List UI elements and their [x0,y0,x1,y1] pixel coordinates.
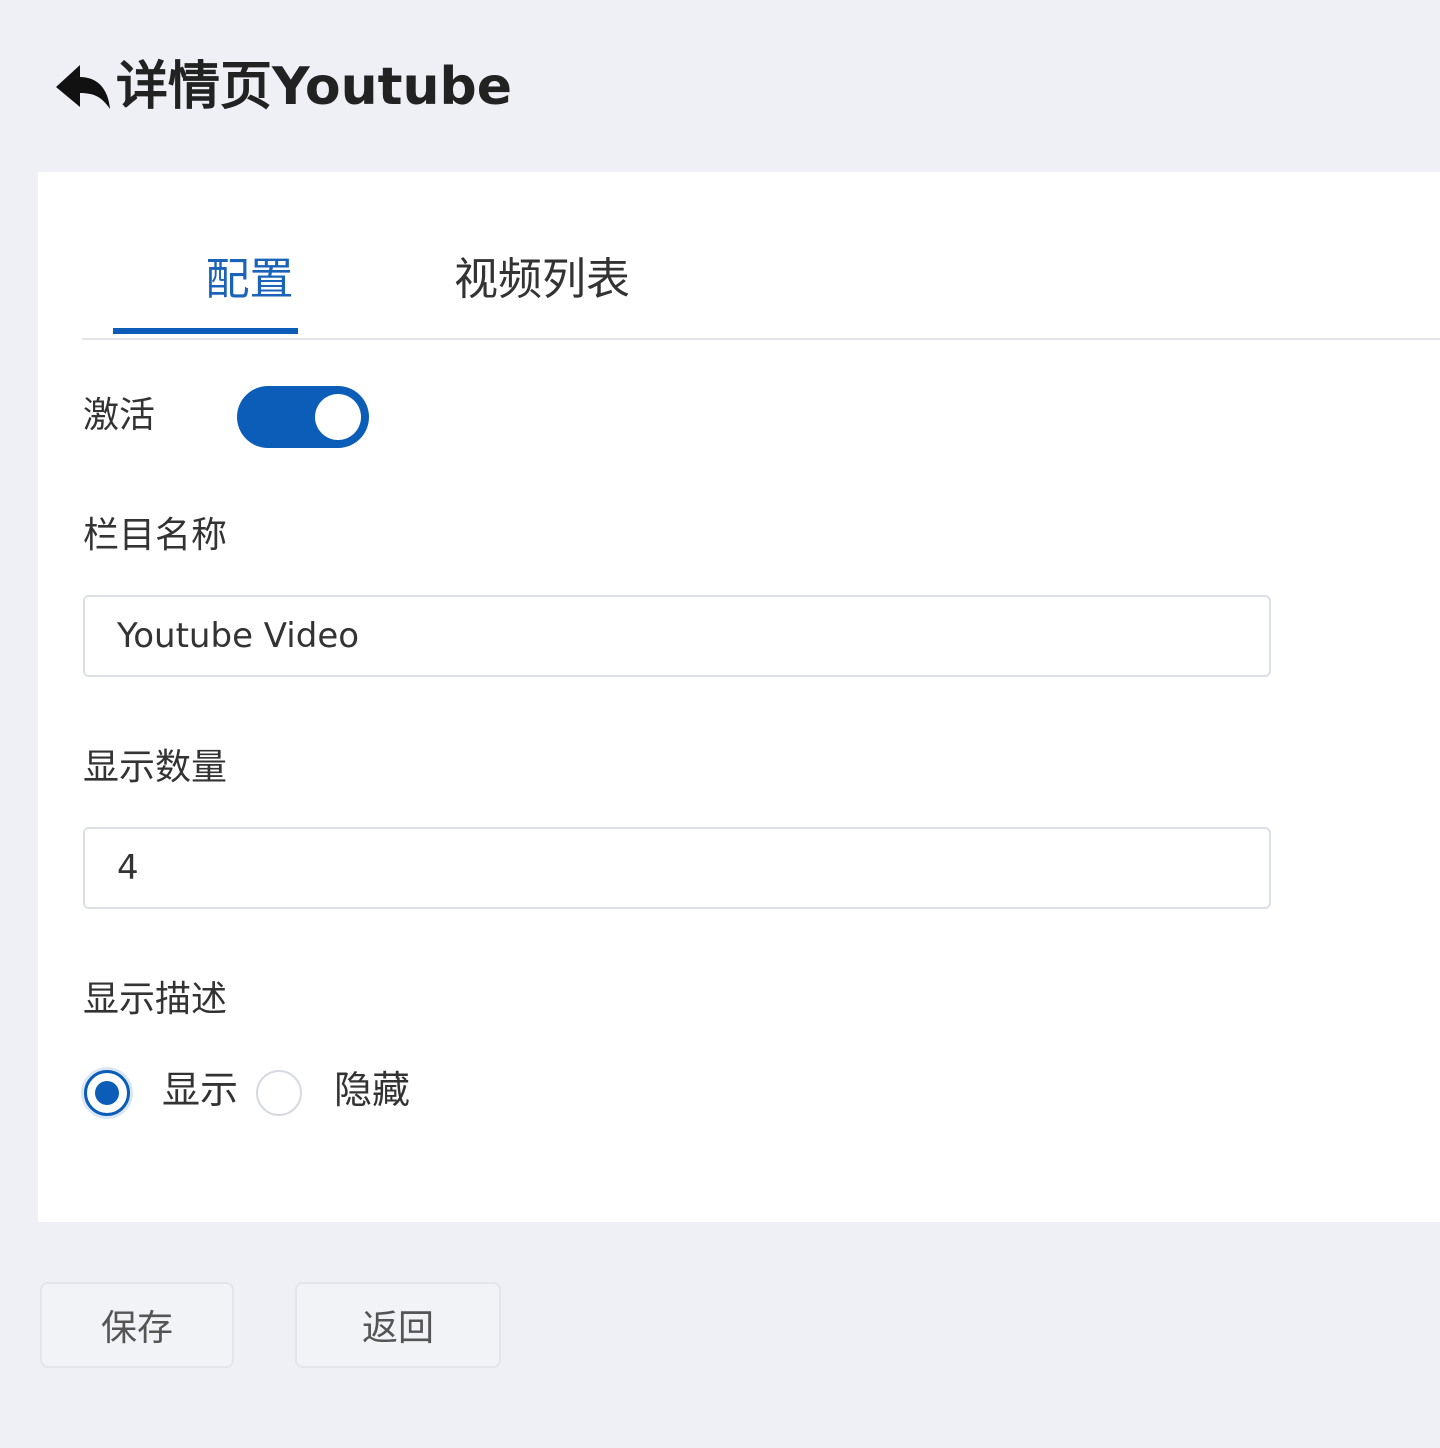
tab-video-list[interactable]: 视频列表 [432,242,652,338]
active-toggle[interactable] [237,386,369,448]
column-name-label: 栏目名称 [83,515,228,556]
page-title: 详情页Youtube [116,57,512,117]
radio-hide[interactable]: 隐藏 [256,1068,410,1116]
column-name-input[interactable] [83,595,1271,677]
show-description-radio-group: 显示 隐藏 [84,1058,428,1128]
radio-show-circle[interactable] [84,1070,130,1116]
active-label: 激活 [83,395,156,436]
back-button[interactable]: 返回 [295,1282,501,1368]
show-description-label: 显示描述 [83,979,228,1020]
reply-arrow-icon[interactable] [52,57,116,117]
radio-show[interactable]: 显示 [84,1068,238,1116]
tab-bar: 配置 视频列表 [82,242,1440,340]
active-tab-indicator [113,328,298,334]
page-header: 详情页Youtube [52,52,512,122]
save-button[interactable]: 保存 [40,1282,234,1368]
display-count-input[interactable] [83,827,1271,909]
radio-show-label: 显示 [162,1067,239,1112]
display-count-label: 显示数量 [83,747,228,788]
config-card: 配置 视频列表 激活 栏目名称 显示数量 显示描述 显示 隐藏 [38,172,1440,1222]
tab-config[interactable]: 配置 [157,242,342,338]
radio-hide-label: 隐藏 [334,1067,411,1112]
radio-hide-circle[interactable] [256,1070,303,1116]
toggle-knob [315,394,361,440]
